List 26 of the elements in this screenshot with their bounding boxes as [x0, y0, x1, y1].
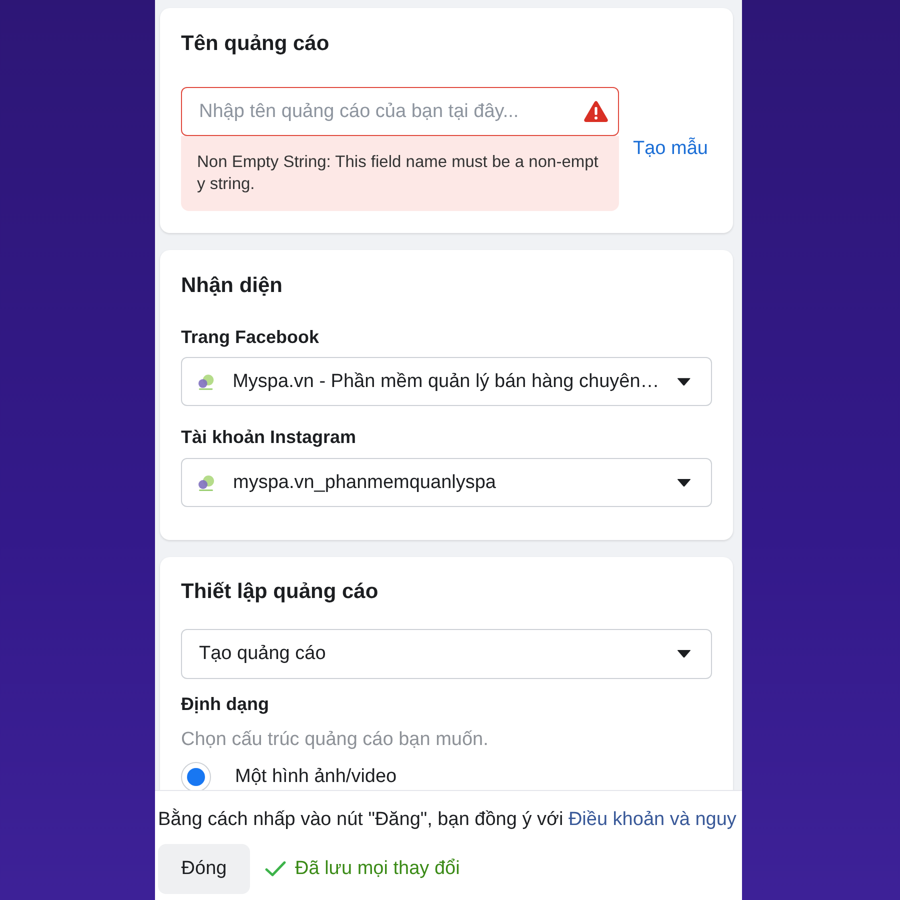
ad-name-input[interactable]: Nhập tên quảng cáo của bạn tại đây...	[181, 87, 619, 136]
warning-icon	[584, 101, 608, 122]
field-label: Tài khoản Instagram	[181, 426, 356, 448]
field-label: Định dạng	[181, 693, 269, 715]
section-title: Tên quảng cáo	[181, 32, 330, 56]
save-status: Đã lưu mọi thay đổi	[295, 858, 460, 880]
caret-down-icon	[677, 478, 691, 486]
circles-logo-icon	[197, 474, 215, 490]
field-hint: Chọn cấu trúc quảng cáo bạn muốn.	[181, 729, 488, 751]
circles-logo-icon	[197, 374, 215, 390]
account-select[interactable]: myspa.vn_phanmemquanlyspa	[181, 458, 712, 507]
mode-select[interactable]: Tạo quảng cáo	[181, 629, 712, 679]
caret-down-icon	[677, 378, 691, 386]
terms-link[interactable]: Điều khoản và nguy	[568, 809, 736, 830]
radio-button[interactable]	[181, 762, 211, 790]
account-select[interactable]: Myspa.vn - Phần mềm quản lý bán hàng chuyên…	[181, 357, 712, 406]
field-label: Trang Facebook	[181, 326, 320, 348]
error-message: Non Empty String: This field name must be a non-empty string.	[181, 136, 619, 211]
template-link[interactable]: Tạo mẫu	[633, 138, 708, 160]
caret-down-icon	[677, 650, 691, 658]
section-title: Nhận diện	[181, 274, 283, 298]
check-icon	[265, 861, 286, 877]
radio-label: Một hình ảnh/video	[235, 766, 397, 788]
terms-text: Bằng cách nhấp vào nút "Đăng", bạn đồng ý với Điều khoản và nguy	[158, 808, 736, 832]
section-title: Thiết lập quảng cáo	[181, 580, 378, 604]
close-button[interactable]: Đóng	[158, 844, 250, 894]
